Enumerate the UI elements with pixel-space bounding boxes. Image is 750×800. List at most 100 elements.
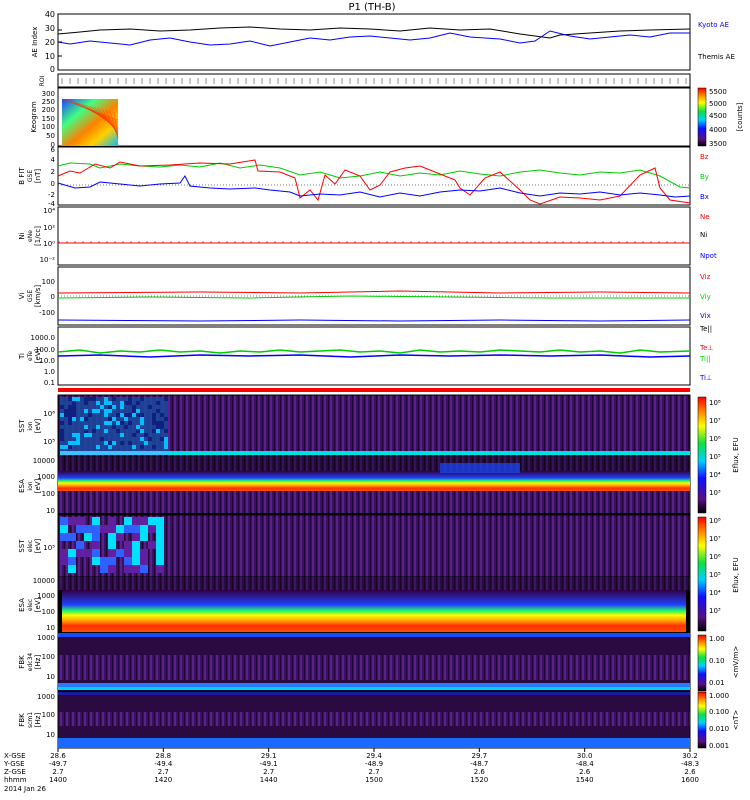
roi-panel: ROI — [39, 73, 691, 88]
sst-elec-pixel — [132, 541, 140, 549]
sst-elec-pixel — [84, 533, 92, 541]
sst-elec-pixel — [100, 525, 108, 533]
esa-ion-panel: 10000 1000 100 10 ESA ion [eV] — [18, 456, 691, 516]
xaxis-value: -48.7 — [470, 760, 488, 768]
sst-ion-pixel — [88, 413, 92, 417]
bf-ytick-1: 4 — [51, 156, 56, 164]
tmp-ylabel-1: eTe — [27, 351, 34, 361]
sst-ion-pixel — [124, 401, 128, 405]
sst-ion-pixel — [148, 405, 152, 409]
sst-ion-pixel — [120, 413, 124, 417]
xaxis-value: 28.6 — [50, 752, 66, 760]
sst-ion-pixel — [140, 413, 144, 417]
keo-ytick-1: 250 — [42, 98, 55, 106]
vel-ytick-0: 100 — [42, 278, 55, 286]
sst-ion-pixel — [60, 413, 64, 417]
xaxis-rowlabel-2: Z-GSE — [4, 768, 26, 776]
den-ytick-2: 10⁰ — [43, 240, 55, 248]
esa-elec-ytick-3: 10 — [46, 624, 55, 632]
elec-cb-tick-4: 10⁴ — [709, 589, 721, 597]
sst-ion-pixel — [136, 425, 140, 429]
sst-ion-pixel — [128, 441, 132, 445]
sst-elec-pixel — [132, 565, 140, 573]
tmp-ytick-0: 1000.0 — [31, 334, 56, 342]
sst-ion-pixel — [152, 413, 156, 417]
sst-ion-pixel — [76, 397, 80, 401]
fbk-e-colorbar — [697, 634, 707, 692]
sst-ion-pixel — [112, 405, 116, 409]
sst-ion-pixel — [100, 405, 104, 409]
sst-ion-pixel — [124, 417, 128, 421]
sst-ion-pixel — [120, 433, 124, 437]
sst-elec-pixel — [140, 517, 148, 525]
esa-ion-ylabel-1: ion — [27, 481, 34, 490]
bf-ylabel-1: GSE — [27, 170, 34, 182]
xaxis-value: -48.9 — [365, 760, 383, 768]
elec-cb-tick-3: 10⁵ — [709, 571, 721, 579]
sst-ion-pixel — [104, 409, 108, 413]
sst-elec-pixel — [124, 517, 132, 525]
sst-ion-pixel — [64, 413, 68, 417]
keo-cb-tick-0: 5500 — [709, 88, 727, 96]
xaxis-value: 29.7 — [472, 752, 488, 760]
sst-ion-pixel — [84, 429, 88, 433]
sst-ion-pixel — [112, 441, 116, 445]
sst-ion-pixel — [136, 401, 140, 405]
xaxis-value: -48.3 — [681, 760, 699, 768]
sst-ion-pixel — [80, 417, 84, 421]
sst-ion-pixel — [60, 437, 64, 441]
sst-elec-pixel — [92, 533, 100, 541]
den-ylabel-0: Ni — [18, 232, 26, 239]
sst-ion-pixel — [140, 417, 144, 421]
sst-elec-pixel — [60, 533, 68, 541]
sst-ion-pixel — [96, 401, 100, 405]
sst-ion-pixel — [160, 437, 164, 441]
sst-elec-pixel — [76, 549, 84, 557]
esa-ion-ylabel-0: ESA — [18, 479, 26, 493]
sst-ion-pixel — [88, 433, 92, 437]
sst-ion-pixel — [132, 433, 136, 437]
sst-ion-pixel — [60, 429, 64, 433]
sst-ion-pixel — [156, 401, 160, 405]
sst-ion-pixel — [140, 429, 144, 433]
sst-elec-pixel — [100, 557, 108, 565]
esa-elec-ytick-2: 100 — [42, 608, 55, 616]
keo-ytick-3: 150 — [42, 115, 55, 123]
sst-elec-pixel — [100, 565, 108, 573]
legend-by: By — [700, 173, 709, 181]
esa-elec-ylabel-1: elec — [27, 599, 34, 611]
sst-ion-pixel — [64, 409, 68, 413]
xaxis-rowlabel-1: Y-GSE — [3, 760, 25, 768]
sst-ion-pixel — [112, 417, 116, 421]
bf-ylabel-0: B FIT — [18, 167, 26, 185]
vel-ytick-1: 0 — [51, 293, 55, 301]
sst-elec-pixel — [108, 541, 116, 549]
sst-ion-pixel — [72, 405, 76, 409]
sst-ion-pixel — [152, 417, 156, 421]
esa-elec-ylabel-0: ESA — [18, 598, 26, 612]
ae-ytick-0: 40 — [45, 10, 55, 19]
sst-elec-pixel — [76, 541, 84, 549]
legend-vix: Vix — [700, 312, 711, 320]
roi-ylabel: ROI — [39, 75, 46, 86]
xaxis-value: 2.7 — [158, 768, 169, 776]
sst-elec-ylabel-1: elec — [27, 540, 34, 552]
sst-ion-pixel — [164, 445, 168, 449]
sst-ion-pixel — [128, 413, 132, 417]
sst-ion-ytick-1: 10⁵ — [43, 438, 55, 446]
sst-elec-pixel — [108, 565, 116, 573]
sst-ion-pixel — [72, 441, 76, 445]
fbk-efield-panel: 1000 100 10 FBK edc34 [Hz] 1.00 0.10 0.0… — [18, 632, 740, 692]
sst-ion-pixel — [120, 421, 124, 425]
sst-ion-pixel — [156, 429, 160, 433]
sst-ion-pixel — [72, 409, 76, 413]
ion-cb-label: Eflux, EFU — [732, 437, 740, 472]
sst-ion-pixel — [96, 445, 100, 449]
sst-elec-pixel — [124, 525, 132, 533]
sst-ion-pixel — [68, 405, 72, 409]
legend-ti-par: Ti|| — [699, 355, 711, 363]
sst-elec-pixel — [92, 557, 100, 565]
sst-ion-pixel — [152, 421, 156, 425]
legend-bz: Bz — [700, 153, 709, 161]
sst-elec-pixel — [60, 525, 68, 533]
